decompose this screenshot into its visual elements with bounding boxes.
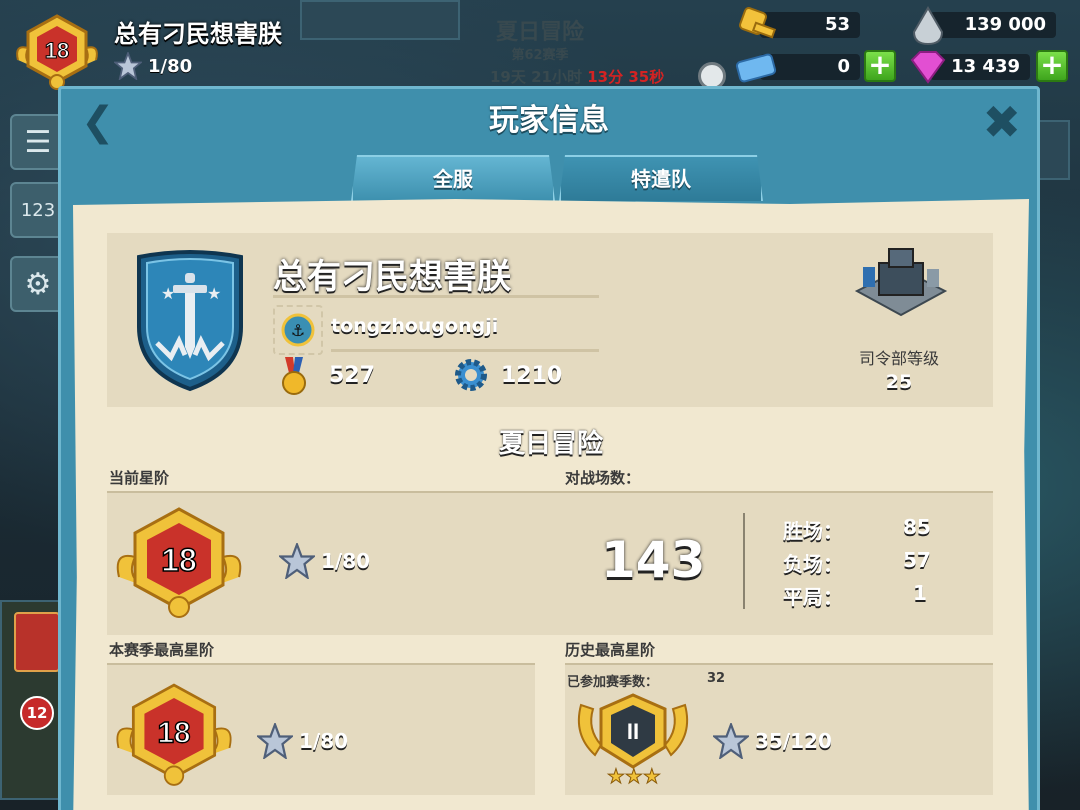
gear-icon: ⚙: [24, 266, 52, 302]
notification-badge: 12: [20, 696, 54, 730]
headquarters-icon: [854, 248, 948, 317]
svg-text:18: 18: [161, 542, 197, 578]
medal-icon: [282, 357, 306, 395]
season-label: 第62赛季: [511, 48, 569, 63]
seasons-played-value: 32: [707, 671, 726, 686]
current-rank-box: 18 1/80 143 胜场： 85 负场： 57 平局： 1: [107, 493, 993, 635]
season-best-label: 本赛季最高星阶: [109, 641, 215, 659]
player-name: 总有刁民想害朕: [114, 20, 282, 48]
player-shield-icon: ★ ★: [137, 250, 243, 392]
profile-name: 总有刁民想害朕: [273, 257, 511, 297]
leaderboard-icon: 123: [20, 199, 56, 221]
anchor-icon: ⚓: [281, 313, 315, 347]
profile-card: ★ ★ 总有刁民想害朕 ⚓ tongzhougongji 527 1210 司令…: [107, 233, 993, 407]
season-best-star-count: 1/80: [299, 729, 349, 753]
history-best-label: 历史最高星阶: [565, 641, 656, 659]
close-button[interactable]: ✖: [982, 95, 1021, 149]
chest-icon[interactable]: [14, 612, 60, 672]
tab-global[interactable]: 全服: [351, 155, 555, 201]
wins-label: 胜场：: [783, 519, 843, 543]
event-section-title: 夏日冒险: [498, 429, 603, 459]
wins-value: 85: [903, 515, 931, 539]
ticket-icon: [735, 53, 777, 83]
current-star-progress: 1/80: [279, 543, 370, 579]
season-best-star-progress: 1/80: [257, 723, 348, 759]
star-icon: [257, 723, 293, 759]
add-gems-button[interactable]: +: [1036, 50, 1068, 82]
season-best-box: 18 1/80: [107, 665, 535, 795]
star-icon: [279, 543, 315, 579]
tab-task-force[interactable]: 特遣队: [559, 155, 763, 201]
current-rank-label: 当前星阶: [109, 469, 170, 487]
hq-level-value: 25: [885, 371, 913, 393]
gem-icon: [910, 51, 946, 84]
top-hud: 18 总有刁民想害朕 1/80 夏日冒险 第62赛季 19天 21小时 13分 …: [0, 0, 1080, 90]
svg-text:⚓: ⚓: [291, 321, 305, 340]
timer-days: 19天 21小时: [490, 68, 582, 86]
svg-text:★: ★: [161, 284, 175, 303]
player-info-panel: ❮ 玩家信息 ✖ 全服 特遣队 ★ ★ 总有刁民想害朕 ⚓ tongzhougo…: [58, 86, 1040, 810]
stats-divider: [743, 513, 745, 609]
draws-label: 平局：: [783, 585, 843, 609]
event-name: 夏日冒险: [495, 20, 584, 45]
draws-value: 1: [913, 581, 927, 605]
history-star-progress: 35/120: [713, 723, 832, 759]
svg-text:18: 18: [158, 716, 191, 749]
add-tickets-button[interactable]: +: [864, 50, 896, 82]
close-icon: ✖: [982, 95, 1021, 149]
history-star-count: 35/120: [755, 729, 832, 753]
current-star-count: 1/80: [321, 549, 371, 573]
alliance-name[interactable]: tongzhougongji: [331, 315, 498, 337]
star-count: 1/80: [148, 55, 193, 77]
battles-total: 143: [601, 531, 706, 589]
info-paper: ★ ★ 总有刁民想害朕 ⚓ tongzhougongji 527 1210 司令…: [73, 199, 1029, 810]
timer-minutes: 13分 35秒: [587, 68, 665, 86]
rank-badge-large-icon: 18: [116, 507, 242, 618]
history-rank-badge-icon: II ★★★: [577, 693, 689, 787]
seasons-played-label: 已参加赛季数：: [567, 675, 659, 690]
svg-text:18: 18: [45, 38, 69, 63]
gear-value: 1210: [501, 363, 563, 388]
alliance-badge[interactable]: ⚓: [273, 305, 323, 355]
event-timer: 19天 21小时 13分 35秒: [490, 66, 690, 87]
rank-badge-season-icon: 18: [116, 683, 232, 786]
svg-text:★★★: ★★★: [607, 764, 661, 787]
battles-label: 对战场数：: [565, 469, 641, 487]
name-divider: [273, 295, 599, 298]
iron-icon: [912, 6, 944, 46]
rank-badge-icon[interactable]: 18: [14, 14, 100, 90]
menu-icon: ☰: [24, 124, 52, 160]
history-best-box: 已参加赛季数： 32 II ★★★ 35/120: [565, 665, 993, 795]
alliance-divider: [331, 349, 599, 352]
svg-text:★: ★: [207, 284, 221, 303]
star-icon: [114, 52, 142, 80]
hq-level-label: 司令部等级: [858, 349, 939, 368]
losses-label: 负场：: [783, 552, 843, 576]
svg-text:II: II: [627, 719, 639, 744]
panel-title: 玩家信息: [489, 103, 609, 138]
medal-count: 527: [329, 363, 375, 388]
key-icon: [739, 7, 777, 39]
star-progress: 1/80: [114, 52, 192, 80]
star-icon: [713, 723, 749, 759]
losses-value: 57: [903, 548, 931, 572]
gear-icon: [455, 359, 487, 391]
